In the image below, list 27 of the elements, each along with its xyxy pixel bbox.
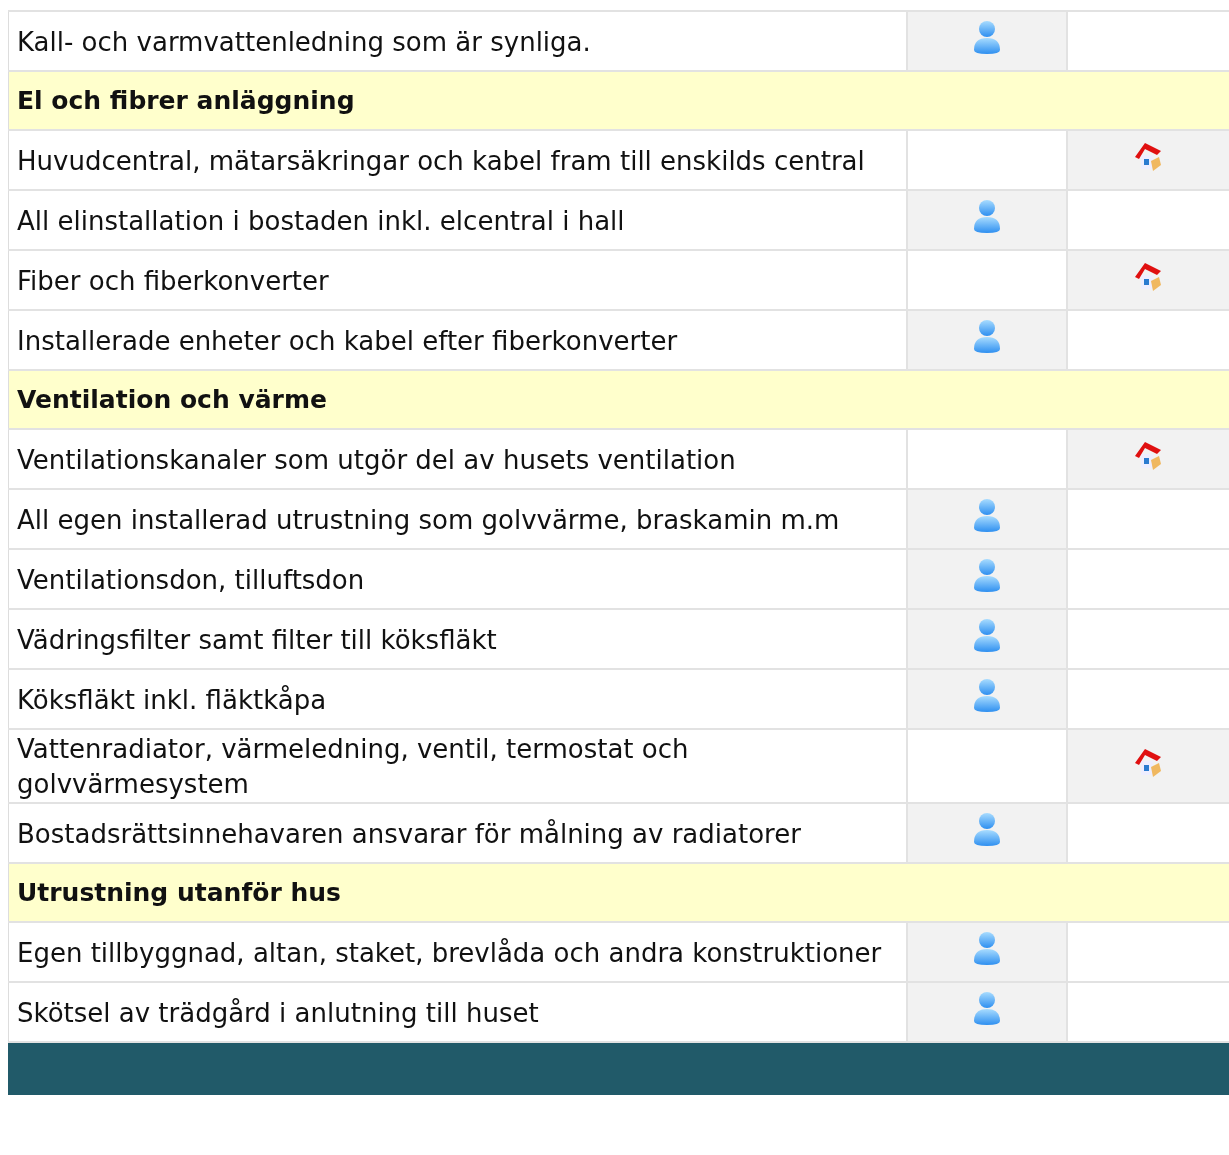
section-heading: Ventilation och värme <box>8 370 1229 429</box>
person-icon <box>971 617 1002 652</box>
person-icon <box>971 198 1002 233</box>
table-cell: Bostadsrättsinnehavaren ansvarar för målning av radiatorer <box>8 803 907 863</box>
table-cell: Skötsel av trädgård i anlutning till huset <box>8 982 907 1042</box>
table-cell: Köksfläkt inkl. fläktkåpa <box>8 669 907 729</box>
table-cell: Egen tillbyggnad, altan, staket, brevlåda och andra konstruktioner <box>8 922 907 982</box>
table-cell: Installerade enheter och kabel efter fiberkonverter <box>8 310 907 370</box>
person-icon <box>971 930 1002 965</box>
section-heading: Utrustning utanför hus <box>8 863 1229 922</box>
person-icon <box>971 557 1002 592</box>
person-icon <box>971 497 1002 532</box>
table-cell: All egen installerad utrustning som golvvärme, braskamin m.m <box>8 489 907 549</box>
table-cell: Huvudcentral, mätarsäkringar och kabel fram till enskilds central <box>8 130 907 190</box>
table-cell: Fiber och fiberkonverter <box>8 250 907 310</box>
table-cell: All elinstallation i bostaden inkl. elcentral i hall <box>8 190 907 250</box>
table-cell: Ventilationsdon, tilluftsdon <box>8 549 907 609</box>
section-heading: El och fibrer anläggning <box>8 71 1229 130</box>
table-cell: Ventilationskanaler som utgör del av husets ventilation <box>8 429 907 489</box>
person-icon <box>971 19 1002 54</box>
person-icon <box>971 990 1002 1025</box>
person-icon <box>971 811 1002 846</box>
person-icon <box>971 318 1002 353</box>
table-cell: Vattenradiator, värmeledning, ventil, termostat och golvvärmesystem <box>8 729 907 803</box>
table-cell: Kall- och varmvattenledning som är synliga. <box>8 11 907 71</box>
table-cell: Vädringsfilter samt filter till köksfläkt <box>8 609 907 669</box>
person-icon <box>971 677 1002 712</box>
